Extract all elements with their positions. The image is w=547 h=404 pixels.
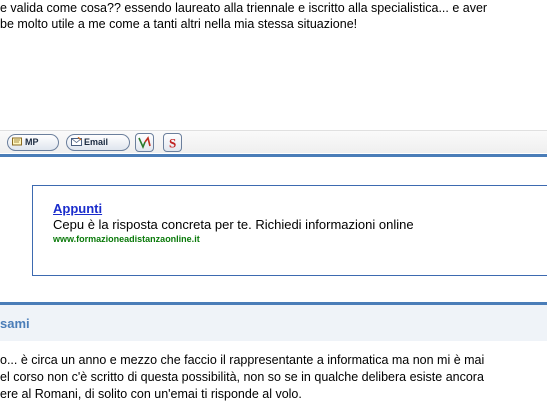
post-toolbar: MP Email S <box>0 130 547 153</box>
message-icon <box>12 137 22 146</box>
reply-author[interactable]: sami <box>0 316 30 331</box>
ad-title-link[interactable]: Appunti <box>53 201 102 216</box>
s-logo-icon: S <box>169 136 176 151</box>
ad-description: Cepu è la risposta concreta per te. Rich… <box>53 217 414 232</box>
ad-url[interactable]: www.formazioneadistanzaonline.it <box>53 234 200 244</box>
email-button[interactable]: Email <box>66 134 130 151</box>
reply-line: ere al Romani, di solito con un'emai ti … <box>0 387 302 401</box>
pm-label: MP <box>25 137 39 147</box>
reply-body: o... è circa un anno e mezzo che faccio … <box>0 352 547 403</box>
share-button[interactable] <box>135 133 154 152</box>
envelope-icon <box>71 136 82 146</box>
share-icon <box>138 136 151 150</box>
ad-box[interactable]: Appunti Cepu è la risposta concreta per … <box>32 185 547 276</box>
reply-header <box>0 305 547 341</box>
reply-line: el corso non c'è scritto di questa possi… <box>0 370 484 384</box>
skype-button[interactable]: S <box>163 133 182 152</box>
post-line: be molto utile a me come a tanti altri n… <box>0 17 358 31</box>
post-line: e valida come cosa?? essendo laureato al… <box>0 1 488 15</box>
post-body: e valida come cosa?? essendo laureato al… <box>0 0 547 32</box>
svg-text:S: S <box>169 136 176 151</box>
reply-line: o... è circa un anno e mezzo che faccio … <box>0 353 485 367</box>
email-label: Email <box>84 137 109 147</box>
divider <box>0 154 547 157</box>
pm-button[interactable]: MP <box>7 134 59 151</box>
